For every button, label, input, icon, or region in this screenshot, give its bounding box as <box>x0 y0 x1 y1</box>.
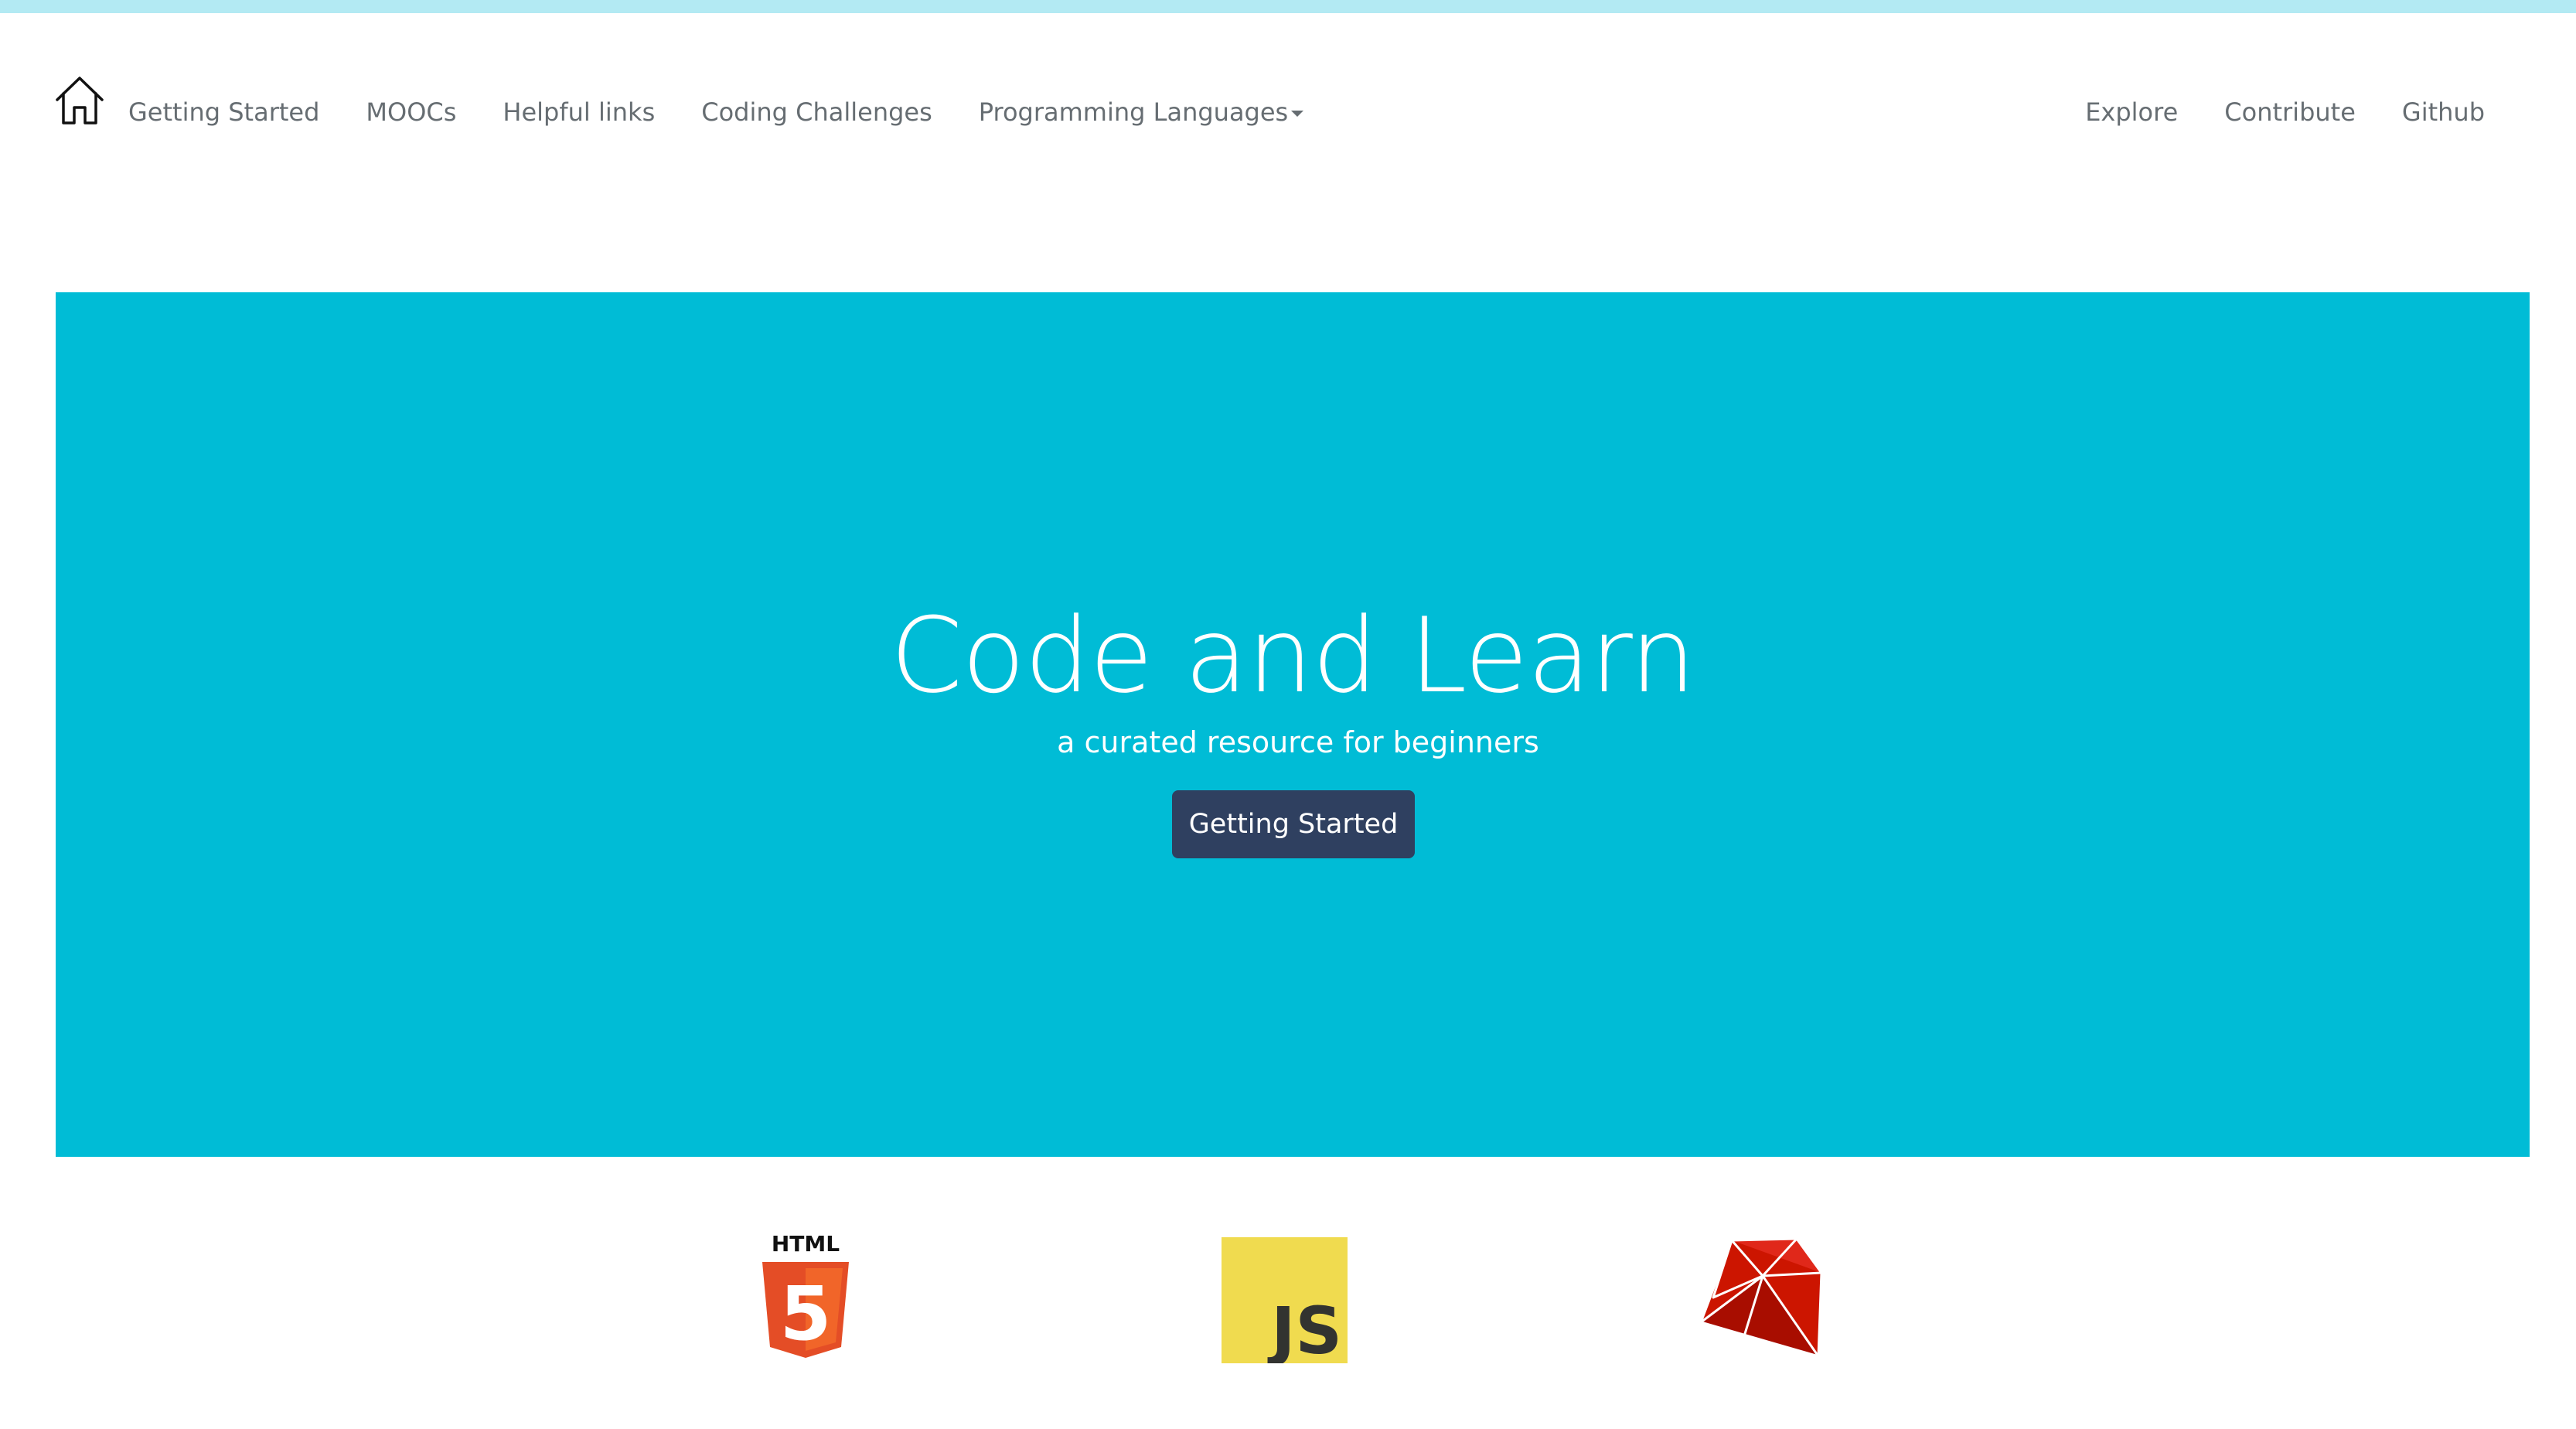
javascript-label: JS <box>1267 1293 1342 1363</box>
javascript-link[interactable]: JS <box>1222 1237 1348 1363</box>
nav-link-contribute[interactable]: Contribute <box>2224 97 2356 128</box>
hero-title: Code and Learn <box>890 595 1696 716</box>
nav-right-links: Explore Contribute Github <box>2085 97 2485 128</box>
ruby-link[interactable] <box>1698 1236 1826 1362</box>
ruby-icon <box>1699 1237 1823 1358</box>
home-link[interactable] <box>54 73 105 128</box>
nav-left-links: Getting Started MOOCs Helpful links Codi… <box>128 97 1304 128</box>
html5-wordmark: HTML <box>772 1231 840 1257</box>
javascript-icon: JS <box>1222 1237 1348 1363</box>
nav-link-helpful-links[interactable]: Helpful links <box>503 97 655 128</box>
home-icon <box>56 77 104 124</box>
language-icons: HTML 5 JS <box>0 1229 2576 1369</box>
top-accent-strip <box>0 0 2576 13</box>
nav-dropdown-programming-languages[interactable]: Programming Languages <box>978 97 1304 128</box>
getting-started-button[interactable]: Getting Started <box>1172 790 1415 858</box>
hero-subtitle: a curated resource for beginners <box>1057 725 1539 759</box>
top-navbar: Getting Started MOOCs Helpful links Codi… <box>0 13 2576 222</box>
nav-dropdown-label: Programming Languages <box>978 97 1289 127</box>
caret-down-icon <box>1291 111 1304 117</box>
html5-badge-number: 5 <box>780 1270 832 1357</box>
nav-link-coding-challenges[interactable]: Coding Challenges <box>701 97 932 128</box>
nav-link-explore[interactable]: Explore <box>2085 97 2178 128</box>
nav-link-github[interactable]: Github <box>2402 97 2485 128</box>
nav-link-moocs[interactable]: MOOCs <box>366 97 456 128</box>
html5-link[interactable]: HTML 5 <box>758 1229 854 1361</box>
html5-icon: HTML 5 <box>762 1231 849 1358</box>
hero-banner: Code and Learn a curated resource for be… <box>56 292 2530 1157</box>
nav-link-getting-started[interactable]: Getting Started <box>128 97 319 128</box>
